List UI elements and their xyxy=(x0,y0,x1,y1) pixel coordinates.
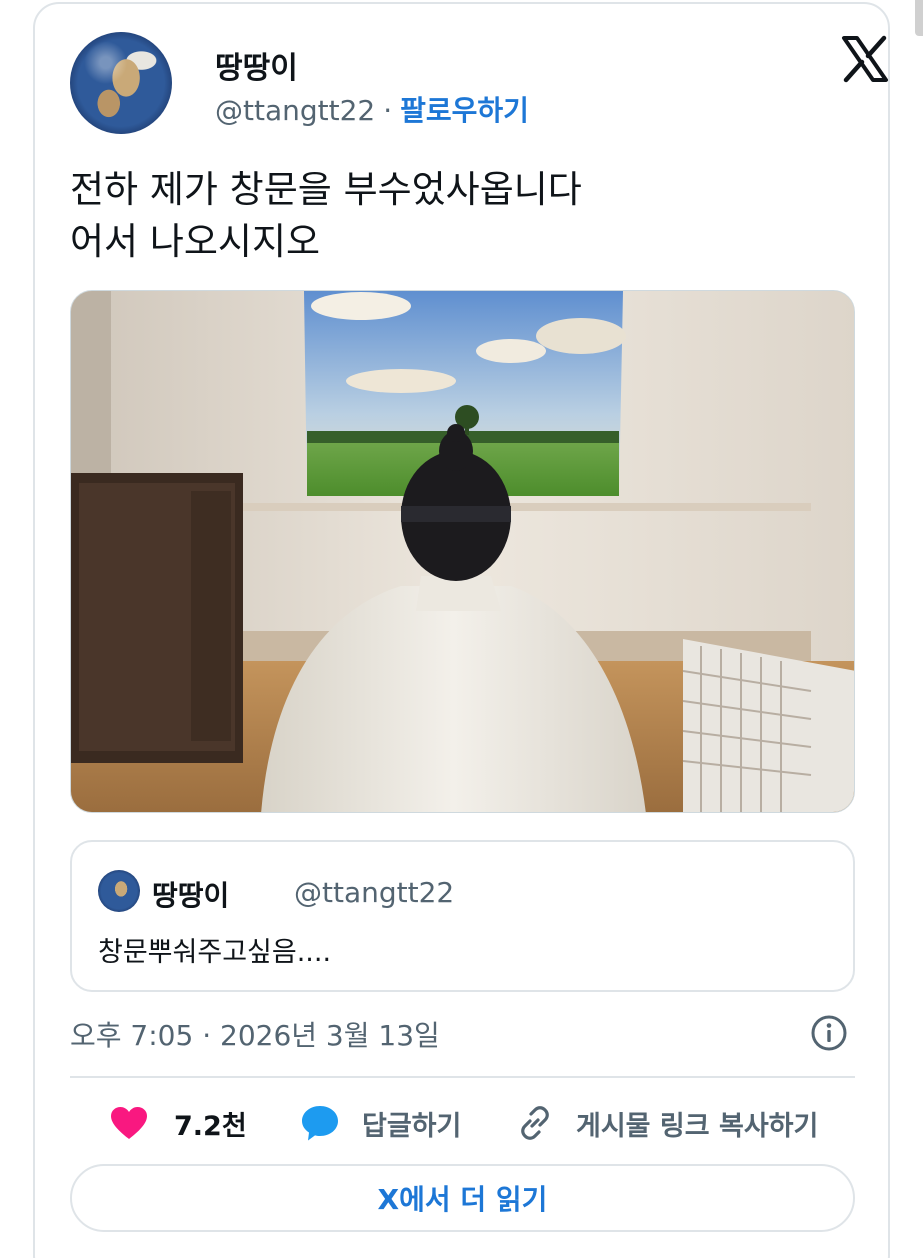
tweet-actions: 7.2천 답글하기 게시물 링크 복사하기 xyxy=(70,1099,860,1147)
tweet-text: 전하 제가 창문을 부수었사옵니다 어서 나오시지오 xyxy=(70,164,582,268)
handle-separator: · xyxy=(383,94,393,127)
tweet-timestamp[interactable]: 오후 7:05 · 2026년 3월 13일 xyxy=(70,1014,440,1054)
tweet-text-line: 어서 나오시지오 xyxy=(70,220,321,263)
author-handle[interactable]: @ttangtt22 xyxy=(215,94,375,127)
reply-button[interactable]: 답글하기 xyxy=(300,1099,461,1147)
quoted-author-name: 땅땅이 xyxy=(152,879,230,912)
author-handle-line: @ttangtt22 · 팔로우하기 xyxy=(215,89,529,129)
x-logo-icon[interactable] xyxy=(840,34,890,84)
info-icon[interactable] xyxy=(810,1014,848,1052)
author-name[interactable]: 땅땅이 xyxy=(215,43,298,87)
quoted-author-avatar xyxy=(98,870,140,912)
heart-icon xyxy=(111,1107,147,1139)
tweet-text-line: 전하 제가 창문을 부수었사옵니다 xyxy=(70,168,582,211)
divider xyxy=(70,1076,855,1078)
quoted-author-handle: @ttangtt22 xyxy=(294,876,455,909)
read-more-button[interactable]: X에서 더 읽기 xyxy=(70,1164,855,1232)
tweet-header: 땅땅이 @ttangtt22 · 팔로우하기 xyxy=(70,29,888,139)
quoted-tweet-text: 창문뿌숴주고싶음.... xyxy=(98,937,332,968)
tweet-photo[interactable] xyxy=(70,290,855,813)
scrollbar-thumb[interactable] xyxy=(915,0,923,36)
like-button[interactable]: 7.2천 xyxy=(110,1099,247,1147)
link-icon xyxy=(521,1106,549,1140)
photo-scene xyxy=(71,291,854,812)
reply-label: 답글하기 xyxy=(362,1110,462,1142)
author-avatar[interactable] xyxy=(70,32,172,134)
speech-bubble-icon xyxy=(302,1106,338,1141)
like-count: 7.2천 xyxy=(174,1110,247,1142)
copy-link-label: 게시물 링크 복사하기 xyxy=(576,1110,819,1142)
embedded-tweet-card: 땅땅이 @ttangtt22 · 팔로우하기 전하 제가 창문을 부수었사옵니다 어… xyxy=(33,2,890,1258)
follow-link[interactable]: 팔로우하기 xyxy=(400,94,529,127)
quoted-tweet[interactable]: 땅땅이 @ttangtt22 창문뿌숴주고싶음.... xyxy=(70,840,855,992)
copy-link-button[interactable]: 게시물 링크 복사하기 xyxy=(516,1099,818,1147)
